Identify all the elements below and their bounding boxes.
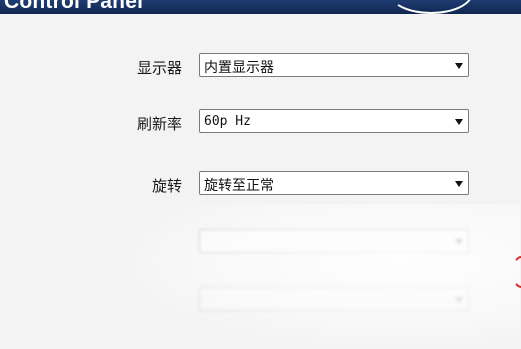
display-row: 显示器 内置显示器 [0,53,521,79]
light-glare-overlay [120,204,520,349]
blurred-setting-row-2 [0,287,521,313]
chevron-down-icon [455,181,463,187]
display-label: 显示器 [136,59,182,77]
window-title: Control Panel [4,0,144,13]
rotation-label: 旋转 [151,177,182,195]
refresh-rate-select[interactable]: 60p Hz [199,109,469,133]
rotation-row: 旋转 旋转至正常 [0,171,521,197]
display-select[interactable]: 内置显示器 [199,53,469,77]
refresh-rate-label: 刷新率 [136,115,182,133]
title-bar: Control Panel [0,0,521,14]
rotation-select-value: 旋转至正常 [204,178,274,194]
blurred-setting-select[interactable] [199,229,469,253]
brand-swoosh-logo [389,0,473,14]
chevron-down-icon [455,297,463,303]
refresh-rate-select-value: 60p Hz [204,114,251,129]
display-select-value: 内置显示器 [204,60,274,76]
rotation-select[interactable]: 旋转至正常 [199,171,469,195]
refresh-rate-row: 刷新率 60p Hz [0,109,521,135]
chevron-down-icon [455,239,463,245]
settings-panel: 显示器 内置显示器 刷新率 60p Hz 旋转 旋转至正常 [0,14,521,349]
blurred-setting-row [0,229,521,255]
blurred-setting-select-2[interactable] [199,287,469,311]
chevron-down-icon [455,119,463,125]
chevron-down-icon [455,63,463,69]
